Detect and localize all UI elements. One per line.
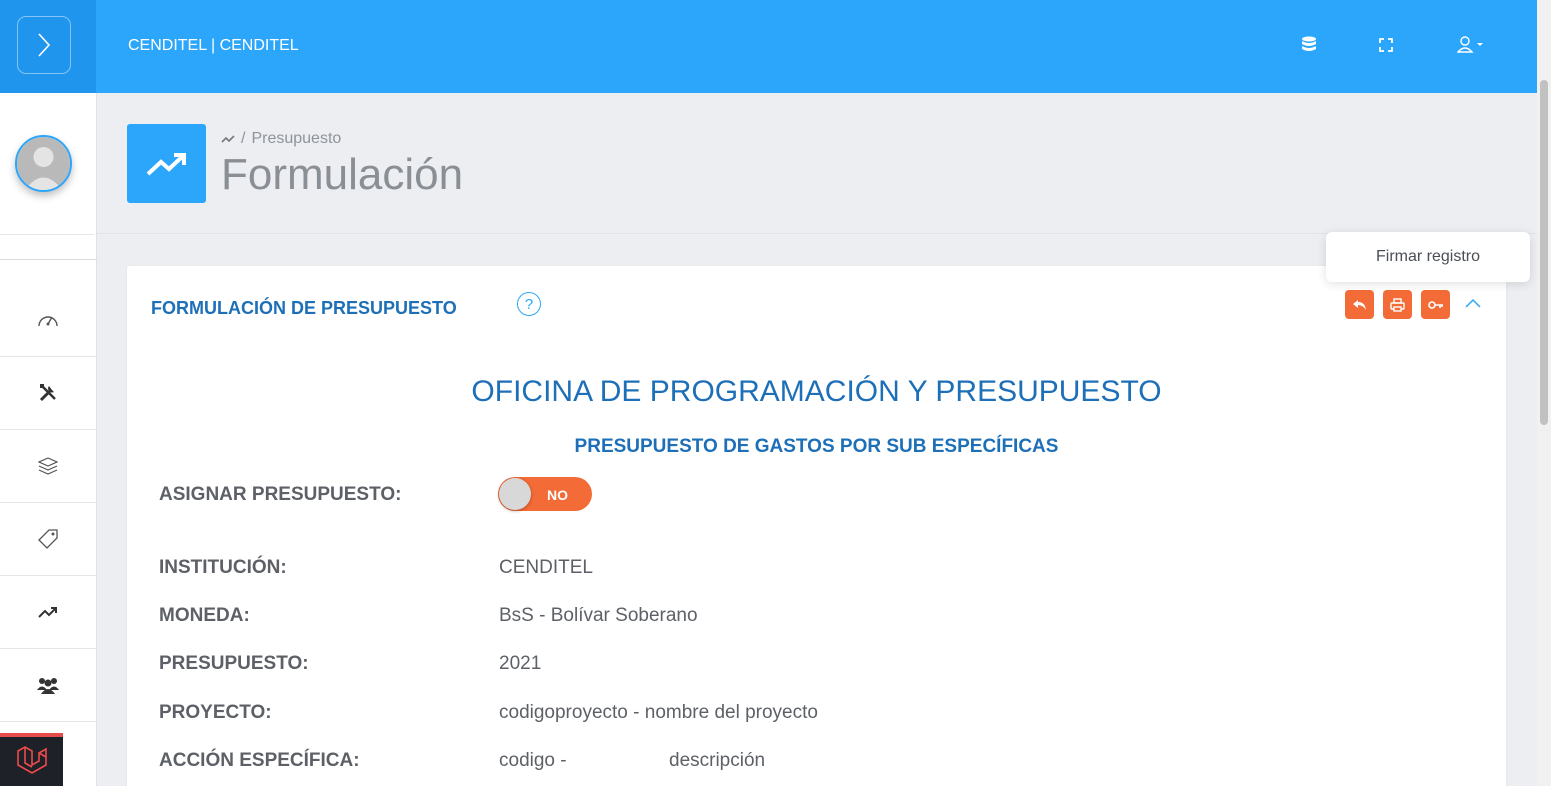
dashboard-icon: [38, 316, 58, 327]
toggle-knob: [499, 478, 531, 510]
budget-card: FORMULACIÓN DE PRESUPUESTO ? OFICINA DE …: [127, 266, 1506, 786]
help-icon[interactable]: ?: [517, 292, 541, 316]
chevron-up-icon: [1465, 298, 1481, 308]
specific-action-code: codigo -: [499, 750, 567, 771]
avatar-person-icon: [17, 137, 70, 190]
sidebar: [0, 93, 97, 786]
institution-value: CENDITEL: [499, 557, 593, 578]
specific-action-description: descripción: [669, 750, 766, 771]
brand-title: CENDITEL | CENDITEL: [128, 37, 299, 54]
laravel-logo[interactable]: [0, 733, 63, 786]
fullscreen-icon: [1379, 38, 1393, 52]
budget-label: PRESUPUESTO:: [159, 653, 309, 674]
reply-icon: [1353, 299, 1366, 310]
database-icon: [1302, 36, 1316, 51]
currency-value: BsS - Bolívar Soberano: [499, 605, 698, 626]
trending-up-icon: [38, 607, 57, 618]
tag-icon: [38, 529, 58, 549]
assign-budget-toggle[interactable]: NO: [498, 477, 592, 511]
chevron-right-icon: [38, 33, 51, 57]
trending-up-icon[interactable]: [221, 134, 235, 144]
back-button[interactable]: [1345, 290, 1374, 319]
collapse-button[interactable]: [1463, 293, 1483, 313]
page-title: Formulación: [221, 150, 464, 199]
database-button[interactable]: [1298, 34, 1320, 56]
project-value: codigoproyecto - nombre del proyecto: [499, 702, 818, 723]
sidebar-item-users[interactable]: [0, 649, 96, 722]
breadcrumb: / Presupuesto: [221, 130, 341, 148]
fullscreen-button[interactable]: [1375, 34, 1397, 56]
layers-icon: [38, 457, 58, 475]
key-icon: [1427, 300, 1443, 309]
sidebar-item-layers[interactable]: [0, 430, 96, 503]
print-icon: [1390, 297, 1405, 312]
divider: [0, 259, 97, 260]
menu-toggle-button[interactable]: [17, 16, 71, 74]
toggle-text: NO: [547, 487, 568, 503]
laravel-icon: [16, 745, 47, 774]
specific-action-label: ACCIÓN ESPECÍFICA:: [159, 750, 360, 771]
breadcrumb-item[interactable]: Presupuesto: [251, 130, 341, 148]
office-title: OFICINA DE PROGRAMACIÓN Y PRESUPUESTO: [471, 375, 1162, 408]
user-icon: [1457, 36, 1483, 53]
budget-value: 2021: [499, 653, 542, 674]
assign-budget-label: ASIGNAR PRESUPUESTO:: [159, 484, 402, 505]
sidebar-item-budget[interactable]: [0, 576, 96, 649]
institution-label: INSTITUCIÓN:: [159, 557, 287, 578]
project-label: PROYECTO:: [159, 702, 272, 723]
currency-label: MONEDA:: [159, 605, 250, 626]
avatar[interactable]: [15, 135, 72, 192]
divider: [97, 233, 1537, 234]
top-bar: CENDITEL | CENDITEL: [0, 0, 1537, 93]
print-button[interactable]: [1383, 290, 1412, 319]
trending-up-icon: [146, 152, 186, 175]
users-icon: [37, 678, 59, 694]
office-subtitle: PRESUPUESTO DE GASTOS POR SUB ESPECÍFICA…: [574, 436, 1059, 457]
sign-record-tooltip: Firmar registro: [1326, 232, 1530, 282]
sidebar-item-tags[interactable]: [0, 503, 96, 576]
sidebar-item-dashboard[interactable]: [0, 284, 96, 357]
sidebar-item-tools[interactable]: [0, 357, 96, 430]
menu-toggle-area: [0, 0, 96, 93]
card-title: FORMULACIÓN DE PRESUPUESTO: [151, 298, 457, 318]
divider: [0, 234, 94, 235]
user-menu-button[interactable]: [1455, 34, 1489, 56]
tools-icon: [39, 384, 56, 402]
page-scrollbar[interactable]: [1537, 0, 1551, 786]
sign-record-button[interactable]: [1421, 290, 1450, 319]
breadcrumb-separator: /: [241, 130, 246, 147]
scrollbar-thumb[interactable]: [1540, 80, 1548, 425]
page-icon: [127, 124, 206, 203]
